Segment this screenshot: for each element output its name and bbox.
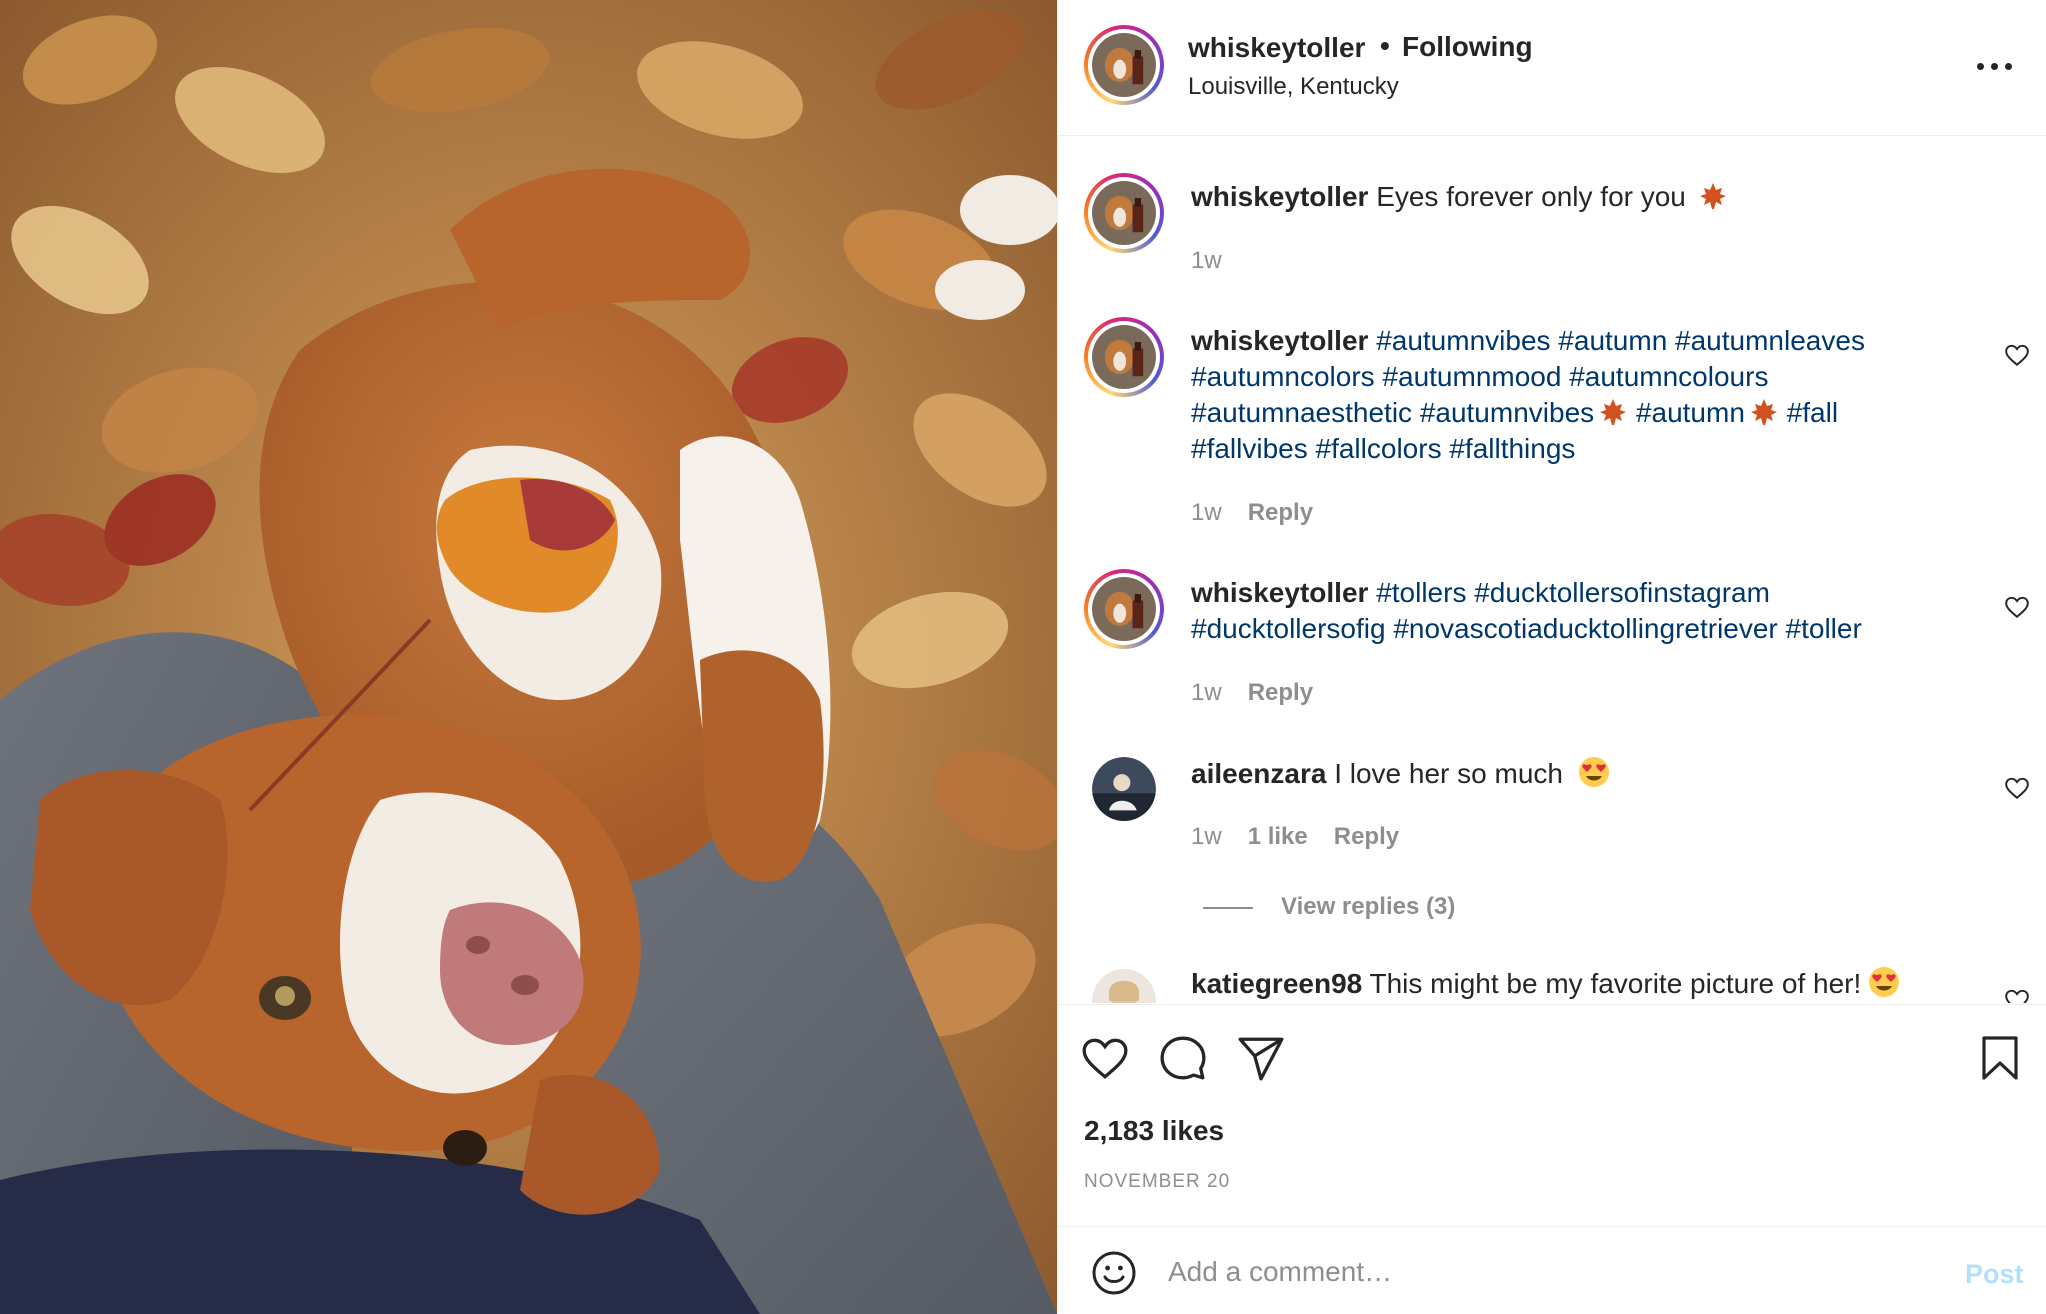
hashtags[interactable]: #autumnvibes #autumn #autumnleaves xyxy=(1376,325,1865,356)
comment-body: I love her so much xyxy=(1334,758,1563,789)
likes-count[interactable]: 2,183 likes xyxy=(1084,1115,1224,1147)
separator-dot: • xyxy=(1380,30,1390,61)
comment-time[interactable]: 1w xyxy=(1191,823,1222,851)
comment-meta: 1w Reply xyxy=(1191,679,1313,707)
location-link[interactable]: Louisville, Kentucky xyxy=(1188,73,1399,101)
hashtags[interactable]: #autumn xyxy=(1636,397,1745,428)
post-actions: 2,183 likes NOVEMBER 20 xyxy=(1058,1004,2046,1226)
heart-eyes-emoji-icon xyxy=(1869,967,1900,997)
post-sidebar: whiskeytoller • Following Louisville, Ke… xyxy=(1057,0,2046,1314)
heart-icon[interactable] xyxy=(1080,1033,1130,1083)
like-comment-heart-icon[interactable] xyxy=(2004,775,2030,801)
post-header: whiskeytoller • Following Louisville, Ke… xyxy=(1058,0,2046,136)
reply-button[interactable]: Reply xyxy=(1248,499,1313,527)
caption-meta: 1w xyxy=(1191,247,1222,275)
comment-avatar[interactable] xyxy=(1084,317,1164,397)
dog-in-leaves-image xyxy=(0,0,1057,1314)
comment-avatar[interactable] xyxy=(1092,969,1156,1003)
comment-avatar[interactable] xyxy=(1092,757,1156,821)
reply-button[interactable]: Reply xyxy=(1334,823,1399,851)
comment-username[interactable]: katiegreen98 xyxy=(1191,968,1362,999)
replies-divider xyxy=(1203,907,1253,909)
hashtags[interactable]: #fall xyxy=(1787,397,1838,428)
hashtags[interactable]: #autumnaesthetic #autumnvibes xyxy=(1191,397,1594,428)
comment-text: katiegreen98 This might be my favorite p… xyxy=(1191,965,1991,1002)
view-replies-button[interactable]: View replies (3) xyxy=(1281,893,1455,921)
bookmark-icon[interactable] xyxy=(1976,1033,2024,1083)
share-icon[interactable] xyxy=(1236,1033,1286,1083)
reply-button[interactable]: Reply xyxy=(1248,679,1313,707)
comment-time[interactable]: 1w xyxy=(1191,679,1222,707)
like-comment-heart-icon[interactable] xyxy=(2004,594,2030,620)
following-button[interactable]: Following xyxy=(1402,31,1533,63)
caption-username[interactable]: whiskeytoller xyxy=(1191,181,1368,212)
maple-leaf-icon xyxy=(1750,399,1777,425)
add-comment-bar: Post xyxy=(1058,1226,2046,1314)
hashtags[interactable]: #ducktollersofig #novascotiaducktollingr… xyxy=(1191,613,1862,644)
heart-eyes-emoji-icon xyxy=(1578,757,1609,787)
comment-text: whiskeytoller #tollers #ducktollersofins… xyxy=(1191,575,1911,647)
maple-leaf-icon xyxy=(1600,399,1627,425)
comment-time[interactable]: 1w xyxy=(1191,499,1222,527)
hashtags[interactable]: #autumncolors #autumnmood #autumncolours xyxy=(1191,361,1768,392)
comment-avatar[interactable] xyxy=(1084,569,1164,649)
comment-username[interactable]: whiskeytoller xyxy=(1191,325,1368,356)
more-options-icon[interactable] xyxy=(1975,48,2015,88)
emoji-icon[interactable] xyxy=(1090,1249,1138,1297)
comments-list[interactable]: whiskeytoller Eyes forever only for you … xyxy=(1058,137,2046,1003)
comment-input[interactable] xyxy=(1168,1249,1868,1295)
comment-body: This might be my favorite picture of her… xyxy=(1369,968,1862,999)
post-date[interactable]: NOVEMBER 20 xyxy=(1084,1171,1230,1193)
comment-text: aileenzara I love her so much xyxy=(1191,755,1911,792)
post-photo[interactable] xyxy=(0,0,1057,1314)
caption-body: Eyes forever only for you xyxy=(1376,181,1686,212)
comment-icon[interactable] xyxy=(1158,1033,1208,1083)
caption-avatar[interactable] xyxy=(1084,173,1164,253)
comment-likes[interactable]: 1 like xyxy=(1248,823,1308,851)
hashtags[interactable]: #tollers #ducktollersofinstagram xyxy=(1376,577,1770,608)
comment-meta: 1w Reply xyxy=(1191,499,1313,527)
caption-time[interactable]: 1w xyxy=(1191,247,1222,275)
caption-text: whiskeytoller Eyes forever only for you xyxy=(1191,179,1911,215)
like-comment-heart-icon[interactable] xyxy=(2004,987,2030,1003)
maple-leaf-icon xyxy=(1699,183,1726,209)
post-comment-button[interactable]: Post xyxy=(1965,1259,2024,1290)
comment-meta: 1w 1 like Reply xyxy=(1191,823,1399,851)
like-comment-heart-icon[interactable] xyxy=(2004,342,2030,368)
hashtags[interactable]: #fallvibes #fallcolors #fallthings xyxy=(1191,433,1575,464)
author-username[interactable]: whiskeytoller xyxy=(1188,32,1365,64)
comment-username[interactable]: whiskeytoller xyxy=(1191,577,1368,608)
author-avatar[interactable] xyxy=(1084,25,1164,105)
comment-text: whiskeytoller #autumnvibes #autumn #autu… xyxy=(1191,323,1911,467)
comment-username[interactable]: aileenzara xyxy=(1191,758,1326,789)
instagram-post: whiskeytoller • Following Louisville, Ke… xyxy=(0,0,2046,1314)
